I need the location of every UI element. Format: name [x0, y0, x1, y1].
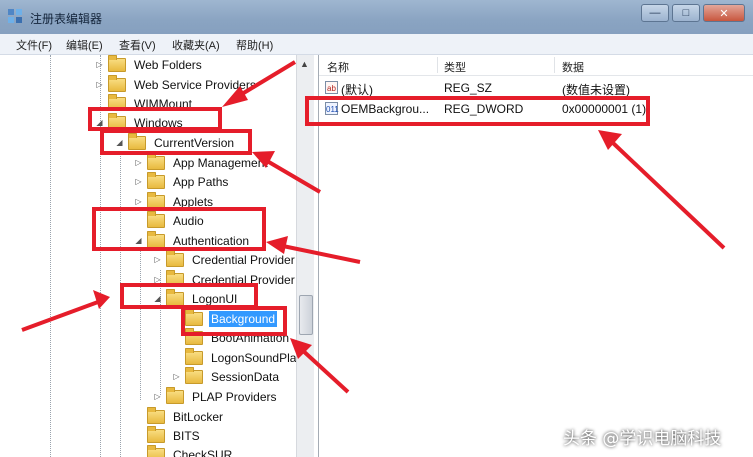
annotation-arrows [21, 60, 726, 394]
arrow-windows [222, 86, 248, 107]
arrow-authentication [266, 236, 288, 254]
watermark: 头条 @学识电脑科技 [563, 429, 722, 449]
arrow-logonui [93, 290, 110, 309]
